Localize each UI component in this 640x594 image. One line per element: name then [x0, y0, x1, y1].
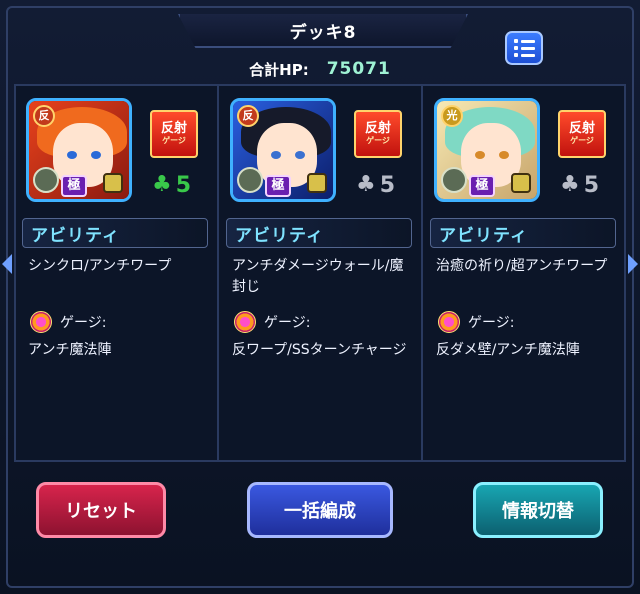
character-portrait-3[interactable]: 光 極	[434, 98, 540, 202]
character-slot-2[interactable]: 反 極 反射 ゲージ ♣ 5 アビリティ アンチダメージウォール/魔封じ ゲージ…	[218, 84, 423, 462]
lock-icon	[103, 173, 123, 193]
reflect-gauge-icon: 反射 ゲージ	[558, 110, 606, 158]
luck-indicator: ♣ 5	[560, 172, 600, 198]
reset-button[interactable]: リセット	[36, 482, 166, 538]
element-badge-icon: 光	[441, 105, 463, 127]
clover-icon: ♣	[560, 172, 580, 197]
total-hp-row: 合計HP: 75071	[180, 56, 460, 82]
deck-title: デッキ8	[289, 22, 357, 43]
ability-header: アビリティ	[22, 218, 208, 248]
gauge-row: ゲージ:	[30, 310, 106, 334]
list-menu-icon	[513, 39, 535, 43]
kiwami-badge: 極	[469, 175, 495, 197]
character-portrait-1[interactable]: 反 極	[26, 98, 132, 202]
soul-skill-icon	[441, 167, 467, 193]
list-menu-button[interactable]	[505, 31, 543, 65]
ability-text: 治癒の祈り/超アンチワープ	[436, 258, 608, 274]
scroll-left-arrow-icon[interactable]	[2, 254, 12, 274]
reflect-gauge-icon: 反射 ゲージ	[150, 110, 198, 158]
lock-icon	[511, 173, 531, 193]
gauge-row: ゲージ:	[234, 310, 310, 334]
element-badge-icon: 反	[237, 105, 259, 127]
gauge-icon	[438, 311, 460, 333]
kiwami-badge: 極	[265, 175, 291, 197]
kiwami-badge: 極	[61, 175, 87, 197]
total-hp-label: 合計HP:	[249, 60, 309, 79]
scroll-right-arrow-icon[interactable]	[628, 254, 638, 274]
lock-icon	[307, 173, 327, 193]
gauge-ability-text: 反ワープ/SSターンチャージ	[232, 342, 407, 358]
ability-text: シンクロ/アンチワープ	[28, 258, 172, 274]
character-portrait-2[interactable]: 反 極	[230, 98, 336, 202]
gauge-row: ゲージ:	[438, 310, 514, 334]
ability-header: アビリティ	[430, 218, 616, 248]
gauge-icon	[30, 311, 52, 333]
deck-title-plate: デッキ8	[178, 14, 468, 48]
character-slot-3[interactable]: 光 極 反射 ゲージ ♣ 5 アビリティ 治癒の祈り/超アンチワープ ゲージ: …	[422, 84, 626, 462]
gauge-icon	[234, 311, 256, 333]
bulk-edit-button[interactable]: 一括編成	[247, 482, 393, 538]
soul-skill-icon	[237, 167, 263, 193]
ability-header: アビリティ	[226, 218, 412, 248]
element-badge-icon: 反	[33, 105, 55, 127]
reflect-gauge-icon: 反射 ゲージ	[354, 110, 402, 158]
luck-indicator: ♣ 5	[356, 172, 396, 198]
gauge-ability-text: アンチ魔法陣	[28, 342, 112, 358]
clover-icon: ♣	[356, 172, 376, 197]
total-hp-value: 75071	[326, 59, 391, 79]
gauge-ability-text: 反ダメ壁/アンチ魔法陣	[436, 342, 580, 358]
clover-icon: ♣	[152, 172, 172, 197]
soul-skill-icon	[33, 167, 59, 193]
character-slot-1[interactable]: 反 極 反射 ゲージ ♣ 5 アビリティ シンクロ/アンチワープ ゲージ: アン…	[14, 84, 219, 462]
ability-text: アンチダメージウォール/魔封じ	[232, 258, 404, 295]
info-toggle-button[interactable]: 情報切替	[473, 482, 603, 538]
luck-indicator: ♣ 5	[152, 172, 192, 198]
